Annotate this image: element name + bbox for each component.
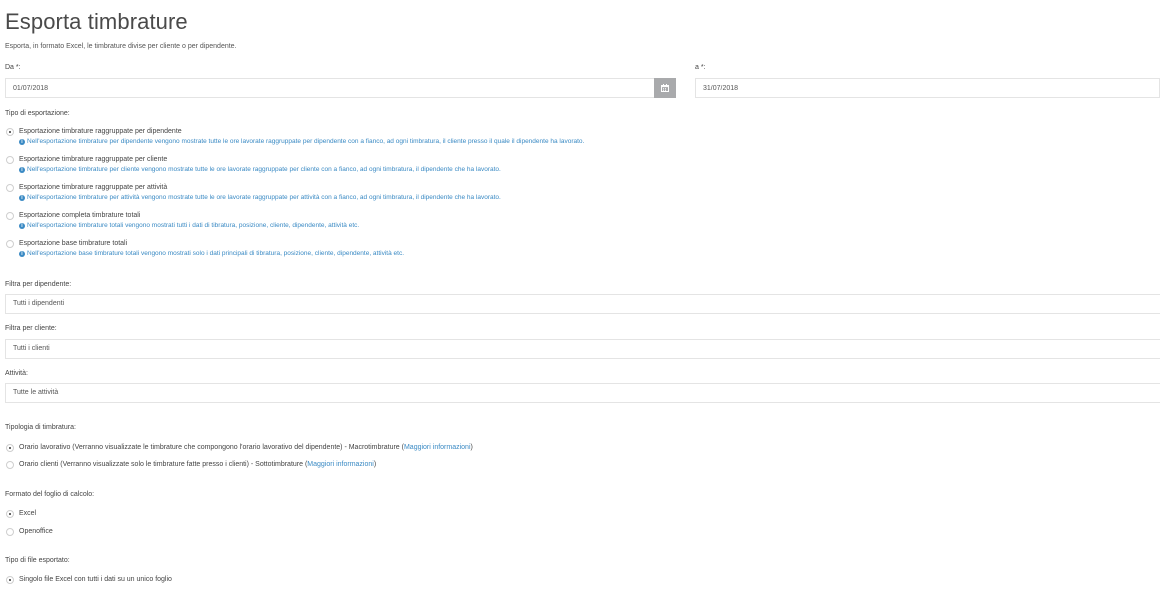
export-option-info-text: Nell'esportazione timbrature per dipende… bbox=[27, 138, 585, 145]
stamp-option-suffix: ) bbox=[373, 461, 377, 468]
export-option-info: i Nell'esportazione timbrature per dipend… bbox=[19, 138, 584, 146]
export-option-label: Esportazione timbrature raggruppate per … bbox=[19, 184, 168, 191]
employee-filter-label: Filtra per dipendente: bbox=[5, 281, 72, 288]
to-date-label: a *: bbox=[695, 64, 706, 71]
export-option-info-text: Nell'esportazione timbrature per attivit… bbox=[27, 194, 501, 201]
employee-filter-value: Tutti i dipendenti bbox=[13, 300, 65, 307]
employee-filter-select[interactable]: Tutti i dipendenti bbox=[5, 294, 1160, 314]
radio-button[interactable] bbox=[6, 510, 14, 518]
to-date-input[interactable] bbox=[695, 78, 1160, 98]
client-filter-value: Tutti i clienti bbox=[13, 345, 50, 352]
radio-button[interactable] bbox=[6, 240, 14, 248]
stamp-type-label: Tipologia di timbratura: bbox=[5, 424, 76, 431]
radio-button[interactable] bbox=[6, 128, 14, 136]
radio-button[interactable] bbox=[6, 528, 14, 536]
page-subtitle: Esporta, in formato Excel, le timbrature… bbox=[5, 43, 237, 50]
radio-button[interactable] bbox=[6, 576, 14, 584]
info-icon: i bbox=[19, 167, 25, 173]
stamp-option-suffix: ) bbox=[470, 444, 473, 451]
file-type-label: Tipo di file esportato: bbox=[5, 557, 70, 564]
stamp-option-label: Orario lavorativo (Verranno visualizzate… bbox=[19, 444, 473, 452]
info-icon: i bbox=[19, 251, 25, 257]
info-icon: i bbox=[19, 223, 25, 229]
stamp-option-label: Orario clienti (Verranno visualizzate so… bbox=[19, 461, 376, 469]
format-option-label: Openoffice bbox=[19, 528, 53, 535]
activity-filter-select[interactable]: Tutte le attività bbox=[5, 383, 1160, 403]
from-date-input[interactable] bbox=[5, 78, 655, 98]
info-icon: i bbox=[19, 139, 25, 145]
radio-button[interactable] bbox=[6, 156, 14, 164]
export-option-info-text: Nell'esportazione timbrature totali veng… bbox=[27, 222, 360, 229]
client-filter-label: Filtra per cliente: bbox=[5, 325, 57, 332]
radio-button[interactable] bbox=[6, 461, 14, 469]
export-option-label: Esportazione base timbrature totali bbox=[19, 240, 128, 247]
radio-button[interactable] bbox=[6, 184, 14, 192]
info-icon: i bbox=[19, 195, 25, 201]
more-info-link[interactable]: Maggiori informazioni bbox=[307, 461, 374, 468]
export-option-info: i Nell'esportazione timbrature per attivi… bbox=[19, 194, 501, 202]
calendar-button[interactable] bbox=[654, 78, 676, 98]
from-date-label: Da *: bbox=[5, 64, 21, 71]
activity-filter-value: Tutte le attività bbox=[13, 389, 59, 396]
stamp-option-text: Orario clienti (Verranno visualizzate so… bbox=[19, 461, 308, 468]
export-option-label: Esportazione timbrature raggruppate per … bbox=[19, 156, 168, 163]
export-option-info-text: Nell'esportazione base timbrature totali… bbox=[27, 250, 405, 257]
client-filter-select[interactable]: Tutti i clienti bbox=[5, 339, 1160, 359]
calendar-icon bbox=[661, 84, 669, 92]
export-option-label: Esportazione completa timbrature totali bbox=[19, 212, 141, 219]
more-info-link[interactable]: Maggiori informazioni bbox=[404, 444, 471, 451]
sheet-format-label: Formato del foglio di calcolo: bbox=[5, 491, 95, 498]
radio-button[interactable] bbox=[6, 444, 14, 452]
export-option-info: i Nell'esportazione timbrature totali ven… bbox=[19, 222, 359, 230]
activity-filter-label: Attività: bbox=[5, 370, 28, 377]
export-type-label: Tipo di esportazione: bbox=[5, 110, 70, 117]
export-option-info: i Nell'esportazione base timbrature total… bbox=[19, 250, 404, 258]
file-option-label: Singolo file Excel con tutti i dati su u… bbox=[19, 576, 172, 583]
export-option-info-text: Nell'esportazione timbrature per cliente… bbox=[27, 166, 501, 173]
format-option-label: Excel bbox=[19, 510, 37, 517]
export-option-info: i Nell'esportazione timbrature per client… bbox=[19, 166, 501, 174]
radio-button[interactable] bbox=[6, 212, 14, 220]
page-title: Esporta timbrature bbox=[5, 9, 188, 34]
stamp-option-text: Orario lavorativo (Verranno visualizzate… bbox=[19, 444, 404, 451]
export-option-label: Esportazione timbrature raggruppate per … bbox=[19, 128, 182, 135]
